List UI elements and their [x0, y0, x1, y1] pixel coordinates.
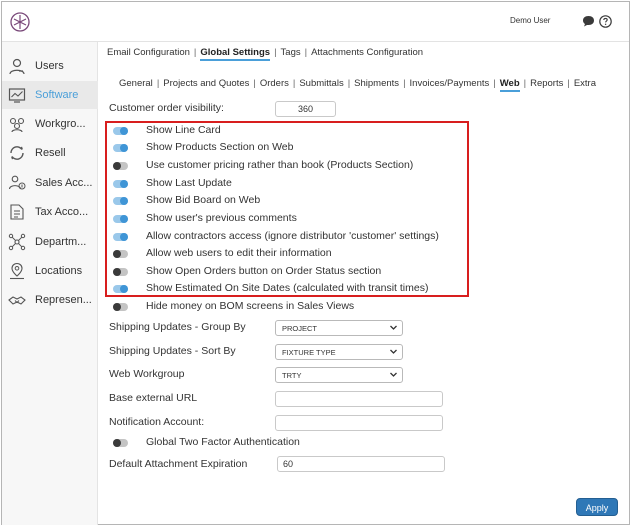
tab-separator: | [253, 78, 256, 89]
sales-account-icon [8, 175, 26, 190]
tab-separator: | [292, 78, 296, 89]
user-name[interactable]: Demo User [510, 16, 550, 25]
sidebar-item-locations[interactable]: Locations [2, 257, 98, 285]
customer-order-visibility-input[interactable]: 360 [275, 101, 336, 117]
sidebar-item-label: Locations [35, 265, 83, 277]
app-logo-icon[interactable] [10, 12, 30, 32]
subtab-projects-and-quotes[interactable]: Projects and Quotes [163, 78, 249, 89]
sidebar: Users Software Workgro... Resell Sales A… [2, 42, 98, 525]
subtab-reports[interactable]: Reports [530, 78, 563, 89]
subtab-web[interactable]: Web [499, 78, 520, 92]
chevron-down-icon [390, 325, 397, 330]
shipping-group-select[interactable]: PROJECT [275, 320, 403, 336]
department-icon [8, 233, 26, 251]
subtab-invoices-payments[interactable]: Invoices/Payments [410, 78, 490, 89]
chevron-down-icon [390, 349, 397, 354]
chat-icon[interactable] [582, 15, 595, 27]
sidebar-item-label: Tax Acco... [35, 206, 89, 218]
tab-separator: | [304, 47, 308, 58]
tax-account-icon [10, 204, 24, 220]
tab-global-settings[interactable]: Global Settings [200, 47, 271, 61]
web-workgroup-value: TRTY [282, 371, 302, 380]
tab-separator: | [156, 78, 160, 89]
shipping-group-label: Shipping Updates - Group By [109, 321, 246, 333]
subtab-submittals[interactable]: Submittals [299, 78, 343, 89]
sidebar-item-software[interactable]: Software [2, 81, 98, 109]
subtab-extra[interactable]: Extra [574, 78, 596, 89]
sidebar-item-users[interactable]: Users [2, 52, 98, 80]
tab-tags[interactable]: Tags [281, 47, 301, 58]
sidebar-item-workgroup[interactable]: Workgro... [2, 110, 98, 138]
tab-separator: | [567, 78, 570, 89]
sidebar-item-sales-account[interactable]: Sales Acc... [2, 169, 98, 197]
subtab-general[interactable]: General [119, 78, 153, 89]
tab-separator: | [493, 78, 496, 89]
subtab-orders[interactable]: Orders [260, 78, 289, 89]
shipping-sort-select[interactable]: FIXTURE TYPE [275, 344, 403, 360]
top-bar: Demo User [2, 2, 629, 42]
sidebar-item-label: Resell [35, 147, 66, 159]
help-icon[interactable] [599, 15, 612, 28]
toggle-knob [113, 303, 121, 311]
sidebar-item-label: Sales Acc... [35, 177, 93, 189]
toggle-label: Hide money on BOM screens in Sales Views [146, 300, 355, 312]
sidebar-item-label: Represen... [35, 294, 92, 306]
notification-account-label: Notification Account: [109, 416, 205, 428]
highlight-box [105, 121, 469, 297]
user-icon [9, 58, 25, 75]
software-icon [8, 88, 26, 103]
sidebar-item-label: Departm... [35, 236, 87, 248]
attachment-expiration-label: Default Attachment Expiration [109, 458, 248, 470]
attachment-expiration-input[interactable]: 60 [277, 456, 445, 472]
toggle-switch[interactable] [113, 439, 128, 447]
sidebar-item-label: Users [35, 60, 64, 72]
sidebar-item-tax-account[interactable]: Tax Acco... [2, 198, 98, 226]
web-workgroup-label: Web Workgroup [109, 368, 185, 380]
tab-separator: | [193, 47, 197, 58]
tab-attachments-configuration[interactable]: Attachments Configuration [311, 47, 423, 58]
toggle-label: Global Two Factor Authentication [146, 436, 300, 448]
location-icon [10, 262, 24, 280]
toggle-knob [113, 439, 121, 447]
tab-email-configuration[interactable]: Email Configuration [107, 47, 190, 58]
web-workgroup-select[interactable]: TRTY [275, 367, 403, 383]
workgroup-icon [9, 117, 25, 133]
tab-separator: | [403, 78, 406, 89]
app-window: Demo User Users Software Workgro... Rese… [1, 1, 630, 525]
primary-tabs: Email Configuration | Global Settings | Tags… [107, 47, 423, 61]
sidebar-item-resell[interactable]: Resell [2, 139, 98, 167]
secondary-tabs: General | Projects and Quotes | Orders | Submi… [119, 78, 596, 92]
shipping-sort-label: Shipping Updates - Sort By [109, 345, 236, 357]
resell-icon [10, 146, 24, 160]
sidebar-item-department[interactable]: Departm... [2, 228, 98, 256]
base-url-label: Base external URL [109, 392, 198, 404]
notification-account-input[interactable] [275, 415, 443, 431]
chevron-down-icon [390, 372, 397, 377]
apply-button[interactable]: Apply [576, 498, 618, 516]
representative-icon [8, 296, 26, 305]
sidebar-item-label: Workgro... [35, 118, 86, 130]
shipping-sort-value: FIXTURE TYPE [282, 348, 336, 357]
sidebar-item-representative[interactable]: Represen... [2, 286, 98, 314]
tab-separator: | [523, 78, 527, 89]
tab-separator: | [347, 78, 351, 89]
base-url-input[interactable] [275, 391, 443, 407]
subtab-shipments[interactable]: Shipments [354, 78, 399, 89]
tab-separator: | [274, 47, 277, 58]
sidebar-item-label: Software [35, 89, 79, 101]
toggle-switch[interactable] [113, 303, 128, 311]
customer-order-visibility-label: Customer order visibility: [109, 102, 224, 114]
shipping-group-value: PROJECT [282, 324, 318, 333]
